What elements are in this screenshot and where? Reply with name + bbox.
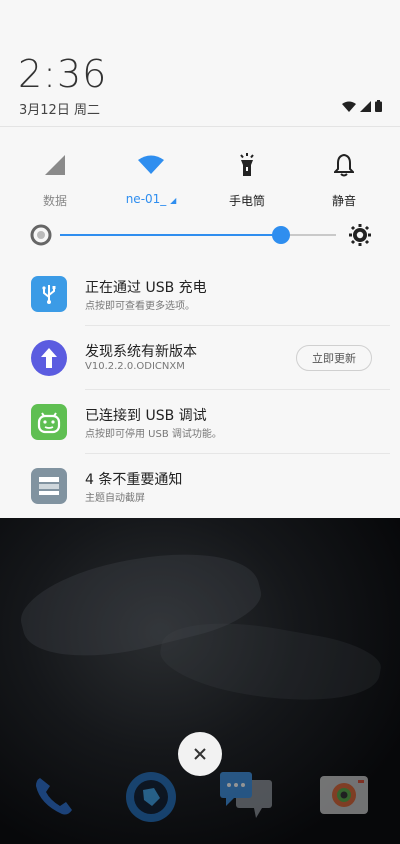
toggle-flashlight[interactable]: 手电筒 xyxy=(202,146,292,216)
notification-title: 4 条不重要通知 xyxy=(85,472,183,488)
notification-subtitle: 主题自动截屏 xyxy=(85,493,145,504)
date: 3月12日 周二 xyxy=(19,103,100,118)
wifi-status-icon xyxy=(342,101,356,112)
toggle-data[interactable]: 数据 xyxy=(10,146,100,216)
toggle-silent-label: 静音 xyxy=(331,194,356,208)
battery-status-icon xyxy=(375,100,382,112)
notification-title: 已连接到 USB 调试 xyxy=(85,408,207,424)
notification-subtitle: V10.2.2.0.ODICNXM xyxy=(85,361,185,372)
close-icon xyxy=(194,748,206,760)
toggle-flashlight-label: 手电筒 xyxy=(228,194,265,208)
messages-app-icon[interactable] xyxy=(218,770,272,824)
toggle-wifi-label: ne-01_ ◢ xyxy=(106,192,196,206)
update-arrow-icon xyxy=(31,340,67,376)
home-screen-background xyxy=(0,518,400,844)
app-dock xyxy=(0,770,400,830)
quick-settings: 数据 ne-01_ ◢ 手电筒 静音 xyxy=(0,146,400,216)
toggle-wifi[interactable]: ne-01_ ◢ xyxy=(106,146,196,216)
brightness-control xyxy=(30,222,372,248)
wifi-network-name: ne-01_ xyxy=(125,192,167,206)
brightness-low-icon xyxy=(30,224,52,246)
notification-unimportant-group[interactable]: 4 条不重要通知 主题自动截屏 xyxy=(0,454,400,518)
toggle-data-label: 数据 xyxy=(42,194,67,208)
notification-title: 正在通过 USB 充电 xyxy=(85,280,207,296)
camera-app-icon[interactable] xyxy=(318,770,372,824)
android-icon xyxy=(31,404,67,440)
bell-icon xyxy=(299,146,389,184)
flashlight-icon xyxy=(202,146,292,184)
notification-subtitle: 点按即可停用 USB 调试功能。 xyxy=(85,429,222,440)
signal-icon xyxy=(10,146,100,184)
browser-app-icon[interactable] xyxy=(124,770,178,824)
header-divider xyxy=(0,126,400,127)
brightness-slider-fill xyxy=(60,234,281,236)
stack-icon xyxy=(31,468,67,504)
clock: 2:36 xyxy=(18,52,108,96)
notification-usb-charging[interactable]: 正在通过 USB 充电 点按即可查看更多选项。 xyxy=(0,262,400,326)
update-now-button[interactable]: 立即更新 xyxy=(296,345,372,371)
notification-title: 发现系统有新版本 xyxy=(85,344,197,360)
brightness-slider-thumb[interactable] xyxy=(271,226,290,244)
notification-shade: 2:36 3月12日 周二 数据 ne-01_ ◢ 手电筒 静音 正在通过 US… xyxy=(0,0,400,518)
status-icons xyxy=(342,100,382,112)
phone-app-icon[interactable] xyxy=(28,770,82,824)
brightness-high-icon xyxy=(349,224,371,246)
notification-usb-debugging[interactable]: 已连接到 USB 调试 点按即可停用 USB 调试功能。 xyxy=(0,390,400,454)
wallpaper-rock xyxy=(155,609,385,717)
signal-status-icon xyxy=(360,100,371,112)
notification-subtitle: 点按即可查看更多选项。 xyxy=(85,301,195,312)
wifi-icon xyxy=(106,146,196,184)
usb-icon xyxy=(31,276,67,312)
wifi-expand-icon: ◢ xyxy=(170,196,177,205)
brightness-slider[interactable] xyxy=(60,234,336,236)
toggle-silent[interactable]: 静音 xyxy=(299,146,389,216)
notification-system-update[interactable]: 发现系统有新版本 V10.2.2.0.ODICNXM 立即更新 xyxy=(0,326,400,390)
